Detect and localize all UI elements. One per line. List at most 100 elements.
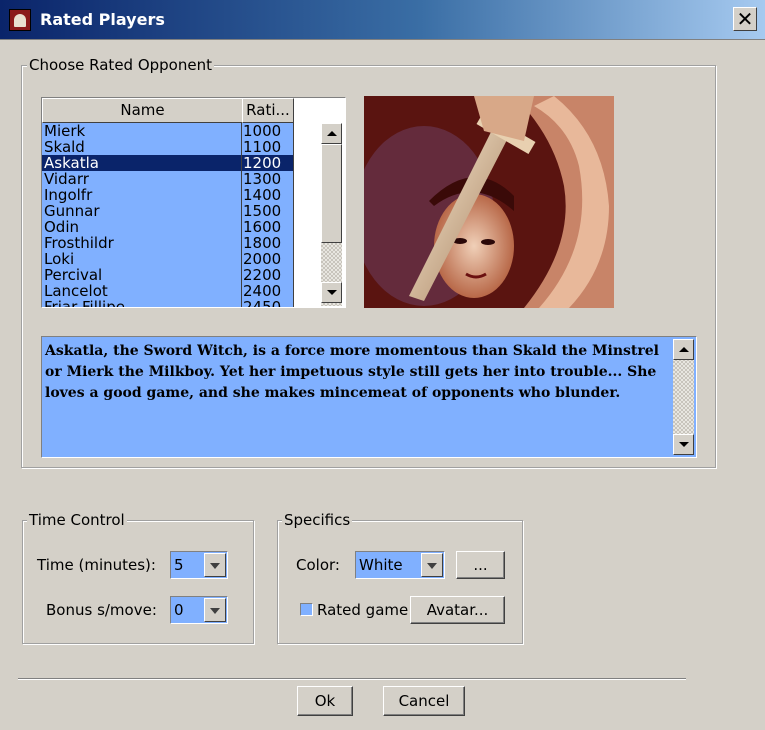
scroll-up-button[interactable] — [321, 123, 342, 144]
bonus-dropdown-button[interactable] — [204, 598, 226, 622]
column-divider — [241, 219, 242, 235]
chess-app-icon — [9, 9, 31, 31]
opponent-name: Lancelot — [44, 283, 108, 299]
opponent-row[interactable]: Ingolfr 1400 — [42, 187, 294, 203]
opponent-rating: 1000 — [243, 123, 282, 139]
scroll-thumb[interactable] — [321, 144, 342, 243]
chevron-down-icon — [427, 563, 437, 569]
opponent-name: Gunnar — [44, 203, 100, 219]
rated-game-checkbox[interactable] — [300, 603, 313, 616]
avatar-button[interactable]: Avatar... — [410, 596, 505, 624]
sword-witch-image — [364, 96, 614, 308]
column-header-rating[interactable]: Rati... — [242, 98, 294, 123]
column-divider — [241, 123, 242, 139]
opponent-list[interactable]: Name Rati... Mierk 1000 Skald 1100 Askatla 12… — [41, 97, 346, 308]
opponent-list-scrollbar[interactable] — [321, 123, 342, 306]
opponent-row[interactable]: Loki 2000 — [42, 251, 294, 267]
opponent-row[interactable]: Odin 1600 — [42, 219, 294, 235]
opponent-portrait — [364, 96, 614, 308]
chevron-down-icon — [210, 563, 220, 569]
column-divider — [241, 203, 242, 219]
bonus-label: Bonus s/move: — [46, 601, 157, 619]
column-divider — [293, 171, 294, 187]
opponent-row[interactable]: Percival 2200 — [42, 267, 294, 283]
title-bar[interactable]: Rated Players ✕ — [0, 0, 765, 40]
color-dropdown-button[interactable] — [421, 553, 443, 577]
opponent-rating: 1800 — [243, 235, 282, 251]
column-divider — [293, 155, 294, 171]
close-button[interactable]: ✕ — [733, 7, 757, 31]
color-value: White — [359, 556, 403, 574]
opponent-row[interactable]: Vidarr 1300 — [42, 171, 294, 187]
column-divider — [241, 235, 242, 251]
color-label: Color: — [296, 556, 340, 574]
bonus-value: 0 — [174, 601, 184, 619]
desc-scroll-up-button[interactable] — [673, 339, 694, 360]
ok-button[interactable]: Ok — [297, 686, 353, 716]
opponent-row[interactable]: Gunnar 1500 — [42, 203, 294, 219]
opponent-rows: Mierk 1000 Skald 1100 Askatla 1200 Vidarr 1300 I… — [42, 123, 294, 308]
color-select[interactable]: White — [355, 551, 445, 579]
time-minutes-value: 5 — [174, 556, 184, 574]
opponent-rating: 2450 — [243, 299, 282, 308]
opponent-row[interactable]: Frosthildr 1800 — [42, 235, 294, 251]
column-divider — [293, 139, 294, 155]
opponent-row[interactable]: Mierk 1000 — [42, 123, 294, 139]
time-minutes-select[interactable]: 5 — [170, 551, 228, 579]
opponent-rating: 2000 — [243, 251, 282, 267]
opponent-name: Ingolfr — [44, 187, 93, 203]
bonus-select[interactable]: 0 — [170, 596, 228, 624]
rated-game-label[interactable]: Rated game — [317, 601, 408, 619]
column-divider — [293, 203, 294, 219]
description-text: Askatla, the Sword Witch, is a force mor… — [45, 343, 659, 401]
opponent-row[interactable]: Askatla 1200 — [42, 155, 294, 171]
column-divider — [241, 251, 242, 267]
opponent-row[interactable]: Skald 1100 — [42, 139, 294, 155]
footer-separator — [18, 678, 686, 680]
column-divider — [293, 219, 294, 235]
opponent-name: Friar Fillipe — [44, 299, 125, 308]
column-divider — [241, 171, 242, 187]
scroll-down-button[interactable] — [321, 282, 342, 303]
column-divider — [293, 299, 294, 307]
column-divider — [293, 251, 294, 267]
column-divider — [293, 283, 294, 299]
opponent-rating: 1500 — [243, 203, 282, 219]
cancel-button[interactable]: Cancel — [383, 686, 465, 716]
arrow-up-icon — [327, 131, 337, 136]
time-minutes-label: Time (minutes): — [37, 556, 156, 574]
desc-scroll-down-button[interactable] — [673, 434, 694, 455]
column-divider — [293, 123, 294, 139]
opponent-rating: 1200 — [243, 155, 282, 171]
opponent-name: Vidarr — [44, 171, 89, 187]
column-divider — [241, 299, 242, 307]
specifics-group — [277, 520, 523, 644]
opponent-name: Skald — [44, 139, 85, 155]
opponent-row[interactable]: Lancelot 2400 — [42, 283, 294, 299]
opponent-name: Askatla — [44, 155, 99, 171]
opponent-rating: 1600 — [243, 219, 282, 235]
time-dropdown-button[interactable] — [204, 553, 226, 577]
opponent-rating: 2200 — [243, 267, 282, 283]
more-options-button[interactable]: ... — [456, 551, 505, 579]
arrow-up-icon — [679, 347, 689, 352]
opponent-group-label: Choose Rated Opponent — [27, 56, 214, 74]
opponent-rating: 2400 — [243, 283, 282, 299]
column-divider — [293, 187, 294, 203]
chevron-down-icon — [210, 608, 220, 614]
time-control-label: Time Control — [27, 511, 127, 529]
column-divider — [293, 235, 294, 251]
opponent-row[interactable]: Friar Fillipe 2450 — [42, 299, 294, 308]
column-header-name[interactable]: Name — [42, 98, 243, 123]
opponent-name: Odin — [44, 219, 80, 235]
window-title: Rated Players — [40, 10, 165, 29]
column-divider — [241, 283, 242, 299]
description-scrollbar[interactable] — [673, 339, 694, 455]
arrow-down-icon — [327, 290, 337, 295]
column-divider — [241, 139, 242, 155]
opponent-name: Frosthildr — [44, 235, 114, 251]
arrow-down-icon — [679, 442, 689, 447]
opponent-rating: 1400 — [243, 187, 282, 203]
column-divider — [293, 267, 294, 283]
opponent-rating: 1300 — [243, 171, 282, 187]
